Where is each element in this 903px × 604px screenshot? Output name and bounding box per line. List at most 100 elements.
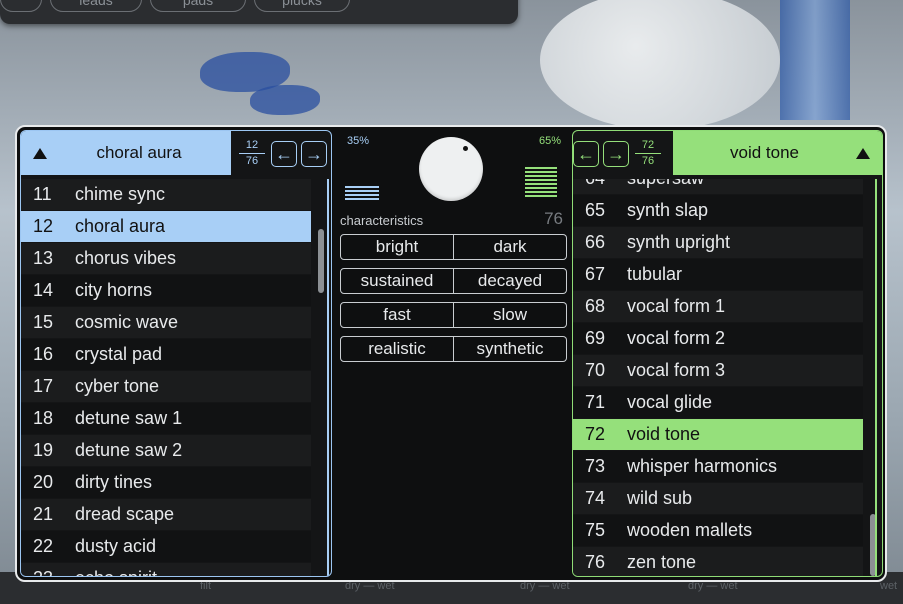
preset-row[interactable]: 21 dread scape: [21, 499, 311, 530]
preset-row[interactable]: 69 vocal form 2: [573, 323, 863, 354]
left-level-meter: [345, 186, 379, 200]
preset-name: zen tone: [627, 552, 697, 572]
left-preset-list[interactable]: 11 chime sync 12 choral aura 13 chorus vibes 1…: [21, 179, 311, 576]
preset-number: 74: [585, 488, 606, 508]
preset-number: 66: [585, 232, 606, 252]
preset-name: crystal pad: [75, 344, 163, 364]
host-tab-label: leads: [79, 0, 113, 8]
preset-row[interactable]: 64supersaw: [573, 179, 863, 194]
chip-decayed[interactable]: decayed: [454, 268, 567, 294]
preset-row[interactable]: 70 vocal form 3: [573, 355, 863, 386]
preset-row[interactable]: 23echo spirit: [21, 563, 311, 576]
chip-realistic[interactable]: realistic: [340, 336, 454, 362]
chip-dark[interactable]: dark: [454, 234, 567, 260]
preset-name: cosmic wave: [75, 312, 179, 332]
host-artwork-orb: [540, 0, 780, 130]
preset-name: vocal form 1: [627, 296, 726, 316]
right-prev-button[interactable]: ←: [573, 140, 599, 167]
morph-knob[interactable]: [419, 137, 483, 201]
preset-name: wild sub: [627, 488, 693, 508]
fraction-bar: [239, 153, 265, 154]
characteristics-label: characteristics: [340, 213, 424, 228]
preset-row[interactable]: 68 vocal form 1: [573, 291, 863, 322]
preset-number: 72: [585, 424, 606, 444]
preset-number: 75: [585, 520, 606, 540]
right-preset-counter: 72 76: [633, 139, 663, 168]
arrow-left-icon: ←: [275, 143, 293, 164]
preset-row[interactable]: 18 detune saw 1: [21, 403, 311, 434]
chip-row: bright dark: [340, 234, 567, 260]
preset-row[interactable]: 16 crystal pad: [21, 339, 311, 370]
preset-morph-panel: choral aura 12 76 ← → 11 chime sync 12 chor…: [15, 125, 887, 582]
right-next-button[interactable]: →: [603, 140, 629, 167]
collapse-up-icon[interactable]: [33, 147, 47, 159]
host-tab-leads[interactable]: leads: [50, 0, 142, 12]
left-mix-percent: 35%: [347, 135, 370, 147]
chip-fast[interactable]: fast: [340, 302, 454, 328]
left-preset-header[interactable]: choral aura: [21, 131, 231, 175]
preset-row[interactable]: 15 cosmic wave: [21, 307, 311, 338]
arrow-left-icon: ←: [577, 143, 595, 164]
preset-row[interactable]: 71 vocal glide: [573, 387, 863, 418]
preset-name: vocal form 3: [627, 360, 726, 380]
preset-row[interactable]: 65 synth slap: [573, 195, 863, 226]
preset-number: 20: [33, 472, 54, 492]
preset-row[interactable]: 17 cyber tone: [21, 371, 311, 402]
chip-sustained[interactable]: sustained: [340, 268, 454, 294]
right-scrollbar[interactable]: [867, 179, 879, 576]
right-pane-edge: [875, 179, 877, 576]
right-preset-total: 76: [641, 155, 655, 167]
knob-indicator: [463, 146, 468, 151]
right-preset-list[interactable]: 64supersaw 65 synth slap 66 synth upright 67 t…: [573, 179, 863, 576]
preset-number: 15: [33, 312, 54, 332]
right-preset-pane: ← → 72 76 void tone 64supersaw 65 synth sl…: [572, 130, 883, 577]
preset-row[interactable]: 67 tubular: [573, 259, 863, 290]
preset-row[interactable]: 72 void tone: [573, 419, 863, 450]
preset-number: 68: [585, 296, 606, 316]
preset-name: wooden mallets: [627, 520, 753, 540]
chip-row: realistic synthetic: [340, 336, 567, 362]
preset-number: 16: [33, 344, 54, 364]
preset-name: detune saw 1: [75, 408, 183, 428]
preset-row[interactable]: 75 wooden mallets: [573, 515, 863, 546]
preset-name: cyber tone: [75, 376, 160, 396]
chip-bright[interactable]: bright: [340, 234, 454, 260]
preset-row[interactable]: 66 synth upright: [573, 227, 863, 258]
preset-number: 12: [33, 216, 54, 236]
right-mix-percent: 65%: [538, 135, 561, 147]
preset-row[interactable]: 74 wild sub: [573, 483, 863, 514]
left-next-button[interactable]: →: [301, 140, 327, 167]
preset-number: 23: [21, 568, 73, 576]
right-preset-header[interactable]: void tone: [673, 131, 882, 175]
preset-row[interactable]: 11 chime sync: [21, 179, 311, 210]
chip-slow[interactable]: slow: [454, 302, 567, 328]
chip-synthetic[interactable]: synthetic: [454, 336, 567, 362]
preset-number: 67: [585, 264, 606, 284]
right-level-meter: [525, 167, 557, 197]
preset-name: vocal form 2: [627, 328, 726, 348]
preset-name: whisper harmonics: [627, 456, 778, 476]
preset-row[interactable]: 14 city horns: [21, 275, 311, 306]
preset-row[interactable]: 12 choral aura: [21, 211, 311, 242]
preset-row[interactable]: 22 dusty acid: [21, 531, 311, 562]
preset-number: 76: [585, 552, 606, 572]
preset-name: synth upright: [627, 232, 731, 252]
left-preset-title: choral aura: [96, 143, 182, 162]
preset-row[interactable]: 19 detune saw 2: [21, 435, 311, 466]
left-preset-counter: 12 76: [237, 139, 267, 168]
collapse-up-icon[interactable]: [856, 147, 870, 159]
preset-number: 18: [33, 408, 54, 428]
left-scrollbar[interactable]: [315, 179, 327, 574]
preset-name: vocal glide: [627, 392, 713, 412]
host-tab-pads[interactable]: pads: [150, 0, 246, 12]
preset-row[interactable]: 73 whisper harmonics: [573, 451, 863, 482]
preset-row[interactable]: 20 dirty tines: [21, 467, 311, 498]
preset-number: 65: [585, 200, 606, 220]
left-scroll-thumb[interactable]: [318, 229, 324, 293]
preset-number: 13: [33, 248, 54, 268]
preset-row[interactable]: 13 chorus vibes: [21, 243, 311, 274]
host-tab-plucks[interactable]: plucks: [254, 0, 350, 12]
preset-name: void tone: [627, 424, 701, 444]
left-prev-button[interactable]: ←: [271, 140, 297, 167]
preset-row[interactable]: 76 zen tone: [573, 547, 863, 576]
